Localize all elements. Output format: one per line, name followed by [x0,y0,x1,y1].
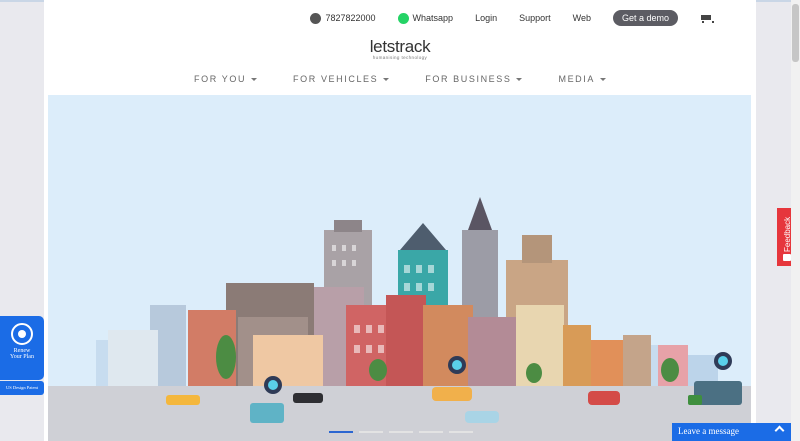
page-container: 7827822000 Whatsapp Login Support Web Ge… [44,0,756,441]
get-demo-button[interactable]: Get a demo [612,10,678,26]
support-link[interactable]: Support [519,13,551,23]
slider-dot[interactable] [329,431,353,433]
login-link[interactable]: Login [475,13,497,23]
nav-media[interactable]: MEDIA [558,74,606,84]
chevron-up-icon [774,425,785,436]
phone-link[interactable]: 7827822000 [310,12,376,24]
logo-wordmark: letstrack [369,37,431,56]
slider-dot[interactable] [419,431,443,433]
nav-for-business[interactable]: FOR BUSINESS [425,74,523,84]
chat-widget[interactable]: Leave a message [672,423,791,441]
brand-logo[interactable]: letstrack humanising technology [364,37,436,60]
renew-icon [11,323,33,345]
city-illustration [48,197,751,441]
nav-label: FOR VEHICLES [293,74,379,84]
caret-down-icon [600,77,606,81]
web-link[interactable]: Web [573,13,591,23]
cart-icon [700,13,714,24]
logo-tagline: humanising technology [372,55,428,60]
nav-label: FOR BUSINESS [425,74,512,84]
nav-label: FOR YOU [194,74,247,84]
whatsapp-label: Whatsapp [412,13,454,23]
scrollbar-thumb[interactable] [792,4,799,62]
top-navigation: 7827822000 Whatsapp Login Support Web Ge… [288,8,714,28]
phone-icon [310,12,322,24]
renew-line-2: Your Plan [10,354,34,360]
page-scrollbar[interactable] [791,0,800,441]
nav-for-vehicles[interactable]: FOR VEHICLES [293,74,390,84]
main-navigation: FOR YOU FOR VEHICLES FOR BUSINESS MEDIA [44,74,756,84]
caret-down-icon [383,77,390,81]
whatsapp-link[interactable]: Whatsapp [397,12,454,24]
nav-label: MEDIA [558,74,595,84]
caret-down-icon [516,77,523,81]
slider-dots [329,431,479,433]
slider-dot[interactable] [389,431,413,433]
hero-banner [48,95,751,441]
slider-dot[interactable] [359,431,383,433]
nav-for-you[interactable]: FOR YOU [194,74,258,84]
cart-button[interactable] [700,13,714,24]
whatsapp-icon [397,12,409,24]
renew-plan-button[interactable]: Renew Your Plan [0,316,44,380]
phone-number: 7827822000 [325,13,376,23]
patent-badge[interactable]: US Design Patent [0,381,44,395]
chat-label: Leave a message [678,426,739,436]
caret-down-icon [251,77,258,81]
slider-dot[interactable] [449,431,473,433]
feedback-icon [783,254,791,261]
